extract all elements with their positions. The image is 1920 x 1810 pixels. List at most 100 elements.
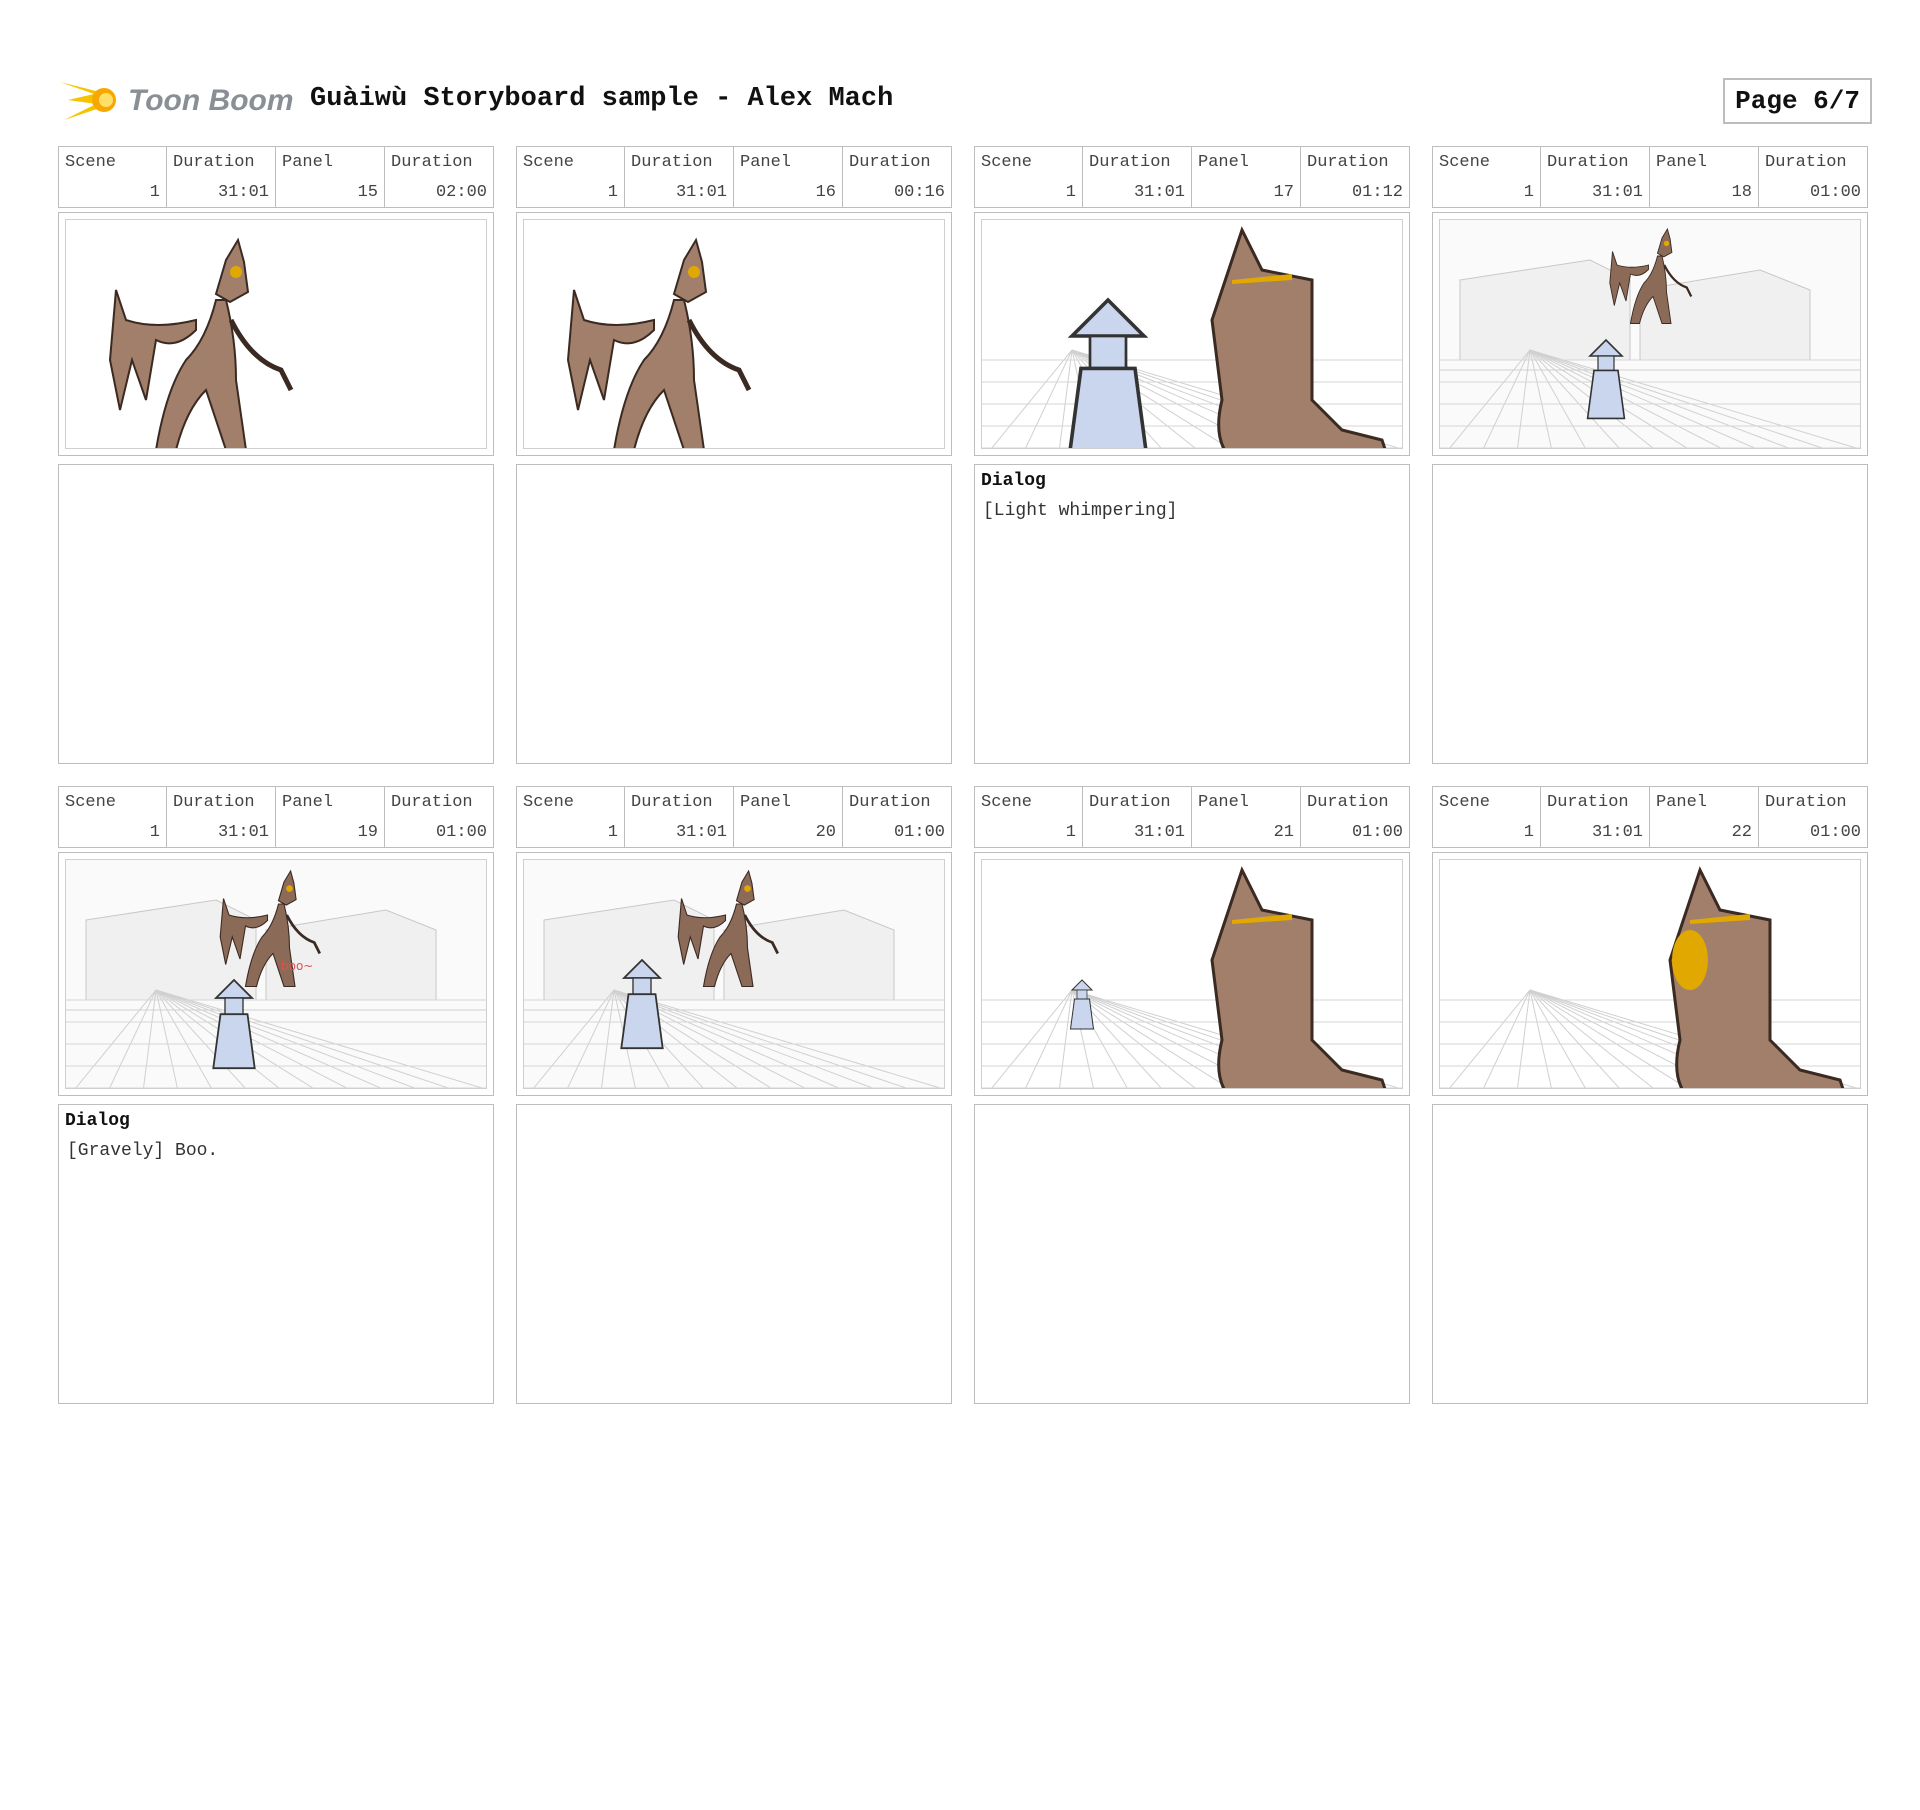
- panel-info-bar: Scene 1 Duration 31:01 Panel 21 Duration 01:00: [974, 786, 1410, 848]
- scene-cell: Scene 1: [517, 787, 625, 847]
- field-value: 19: [357, 823, 378, 842]
- field-label: Scene: [65, 153, 117, 172]
- panel-duration-cell: Duration 01:00: [843, 787, 951, 847]
- panel-frame: [1432, 212, 1868, 456]
- field-value: 31:01: [1133, 823, 1185, 842]
- field-label: Duration: [173, 153, 255, 172]
- field-value: 1: [1523, 823, 1534, 842]
- panel-duration-cell: Duration 01:00: [1759, 147, 1867, 207]
- field-label: Duration: [849, 153, 931, 172]
- field-value: 22: [1731, 823, 1752, 842]
- field-value: 1: [607, 183, 618, 202]
- panel-number-cell: Panel 19: [276, 787, 385, 847]
- panel-number-cell: Panel 18: [1650, 147, 1759, 207]
- field-label: Duration: [1089, 793, 1171, 812]
- storyboard-panel: Scene 1 Duration 31:01 Panel 22 Duration 01:00: [1432, 786, 1868, 1810]
- field-label: Panel: [282, 153, 334, 172]
- field-value: 17: [1273, 183, 1294, 202]
- panel-duration-cell: Duration 01:00: [385, 787, 493, 847]
- scene-cell: Scene 1: [975, 787, 1083, 847]
- panel-number-cell: Panel 20: [734, 787, 843, 847]
- dialog-heading: Dialog: [65, 1111, 130, 1131]
- field-label: Duration: [1307, 793, 1389, 812]
- field-value: 1: [149, 183, 160, 202]
- panel-number-cell: Panel 21: [1192, 787, 1301, 847]
- field-value: 1: [1065, 183, 1076, 202]
- document-title: Guàiwù Storyboard sample - Alex Mach: [310, 84, 894, 114]
- panel-info-bar: Scene 1 Duration 31:01 Panel 18 Duration 01:00: [1432, 146, 1868, 208]
- scene-cell: Scene 1: [1433, 147, 1541, 207]
- panel-duration-cell: Duration 00:16: [843, 147, 951, 207]
- scene-cell: Scene 1: [517, 147, 625, 207]
- field-label: Panel: [1656, 153, 1708, 172]
- storyboard-panel: Scene 1 Duration 31:01 Panel 20 Duration 01:00: [516, 786, 952, 1810]
- panel-info-bar: Scene 1 Duration 31:01 Panel 20 Duration 01:00: [516, 786, 952, 848]
- field-value: 00:16: [893, 183, 945, 202]
- panel-drawing: [1439, 859, 1861, 1089]
- panel-frame: [1432, 852, 1868, 1096]
- field-label: Duration: [849, 793, 931, 812]
- logo-text: Toon Boom: [128, 84, 294, 117]
- field-value: 31:01: [1591, 823, 1643, 842]
- scene-duration-cell: Duration 31:01: [167, 147, 276, 207]
- field-label: Panel: [1656, 793, 1708, 812]
- panel-notes: Dialog [Gravely] Boo.: [58, 1104, 494, 1404]
- panel-notes: [974, 1104, 1410, 1404]
- field-value: 01:00: [1351, 823, 1403, 842]
- field-label: Panel: [282, 793, 334, 812]
- panel-duration-cell: Duration 01:00: [1301, 787, 1409, 847]
- scene-duration-cell: Duration 31:01: [1083, 147, 1192, 207]
- scene-duration-cell: Duration 31:01: [167, 787, 276, 847]
- panel-frame: [516, 852, 952, 1096]
- panel-drawing: [65, 219, 487, 449]
- panel-number-cell: Panel 22: [1650, 787, 1759, 847]
- field-value: 20: [815, 823, 836, 842]
- scene-cell: Scene 1: [59, 787, 167, 847]
- field-value: 15: [357, 183, 378, 202]
- field-value: 1: [1065, 823, 1076, 842]
- scene-duration-cell: Duration 31:01: [1541, 147, 1650, 207]
- scene-cell: Scene 1: [59, 147, 167, 207]
- field-value: 31:01: [675, 823, 727, 842]
- field-value: 31:01: [217, 823, 269, 842]
- panel-drawing: [981, 859, 1403, 1089]
- scene-duration-cell: Duration 31:01: [1541, 787, 1650, 847]
- scene-duration-cell: Duration 31:01: [625, 147, 734, 207]
- field-label: Duration: [391, 793, 473, 812]
- scene-cell: Scene 1: [1433, 787, 1541, 847]
- scene-cell: Scene 1: [975, 147, 1083, 207]
- panel-info-bar: Scene 1 Duration 31:01 Panel 16 Duration 00:16: [516, 146, 952, 208]
- storyboard-panel: Scene 1 Duration 31:01 Panel 21 Duration 01:00: [974, 786, 1410, 1810]
- starburst-icon: [60, 82, 116, 120]
- page-header: Toon Boom Guàiwù Storyboard sample - Ale…: [60, 70, 1872, 130]
- panel-duration-cell: Duration 01:00: [1759, 787, 1867, 847]
- panel-frame: [974, 212, 1410, 456]
- field-value: 16: [815, 183, 836, 202]
- dialog-heading: Dialog: [981, 471, 1046, 491]
- panel-info-bar: Scene 1 Duration 31:01 Panel 15 Duration 02:00: [58, 146, 494, 208]
- panel-duration-cell: Duration 01:12: [1301, 147, 1409, 207]
- dialog-text: [Light whimpering]: [983, 501, 1178, 521]
- svg-text:boo~: boo~: [281, 959, 313, 973]
- field-value: 1: [1523, 183, 1534, 202]
- field-label: Scene: [523, 153, 575, 172]
- field-value: 01:00: [1809, 823, 1861, 842]
- field-value: 01:00: [435, 823, 487, 842]
- field-label: Panel: [740, 153, 792, 172]
- toon-boom-logo: Toon Boom: [60, 70, 300, 130]
- field-value: 31:01: [675, 183, 727, 202]
- field-label: Duration: [1547, 793, 1629, 812]
- field-label: Duration: [1307, 153, 1389, 172]
- field-value: 02:00: [435, 183, 487, 202]
- panel-info-bar: Scene 1 Duration 31:01 Panel 19 Duration 01:00: [58, 786, 494, 848]
- panel-number-cell: Panel 16: [734, 147, 843, 207]
- field-value: 31:01: [1591, 183, 1643, 202]
- field-value: 31:01: [1133, 183, 1185, 202]
- storyboard-panel: Scene 1 Duration 31:01 Panel 19 Duration 01:00 …: [58, 786, 494, 1810]
- panel-notes: [516, 464, 952, 764]
- field-label: Scene: [1439, 153, 1491, 172]
- panel-notes: Dialog [Light whimpering]: [974, 464, 1410, 764]
- field-value: 01:00: [893, 823, 945, 842]
- field-label: Scene: [65, 793, 117, 812]
- panel-info-bar: Scene 1 Duration 31:01 Panel 17 Duration 01:12: [974, 146, 1410, 208]
